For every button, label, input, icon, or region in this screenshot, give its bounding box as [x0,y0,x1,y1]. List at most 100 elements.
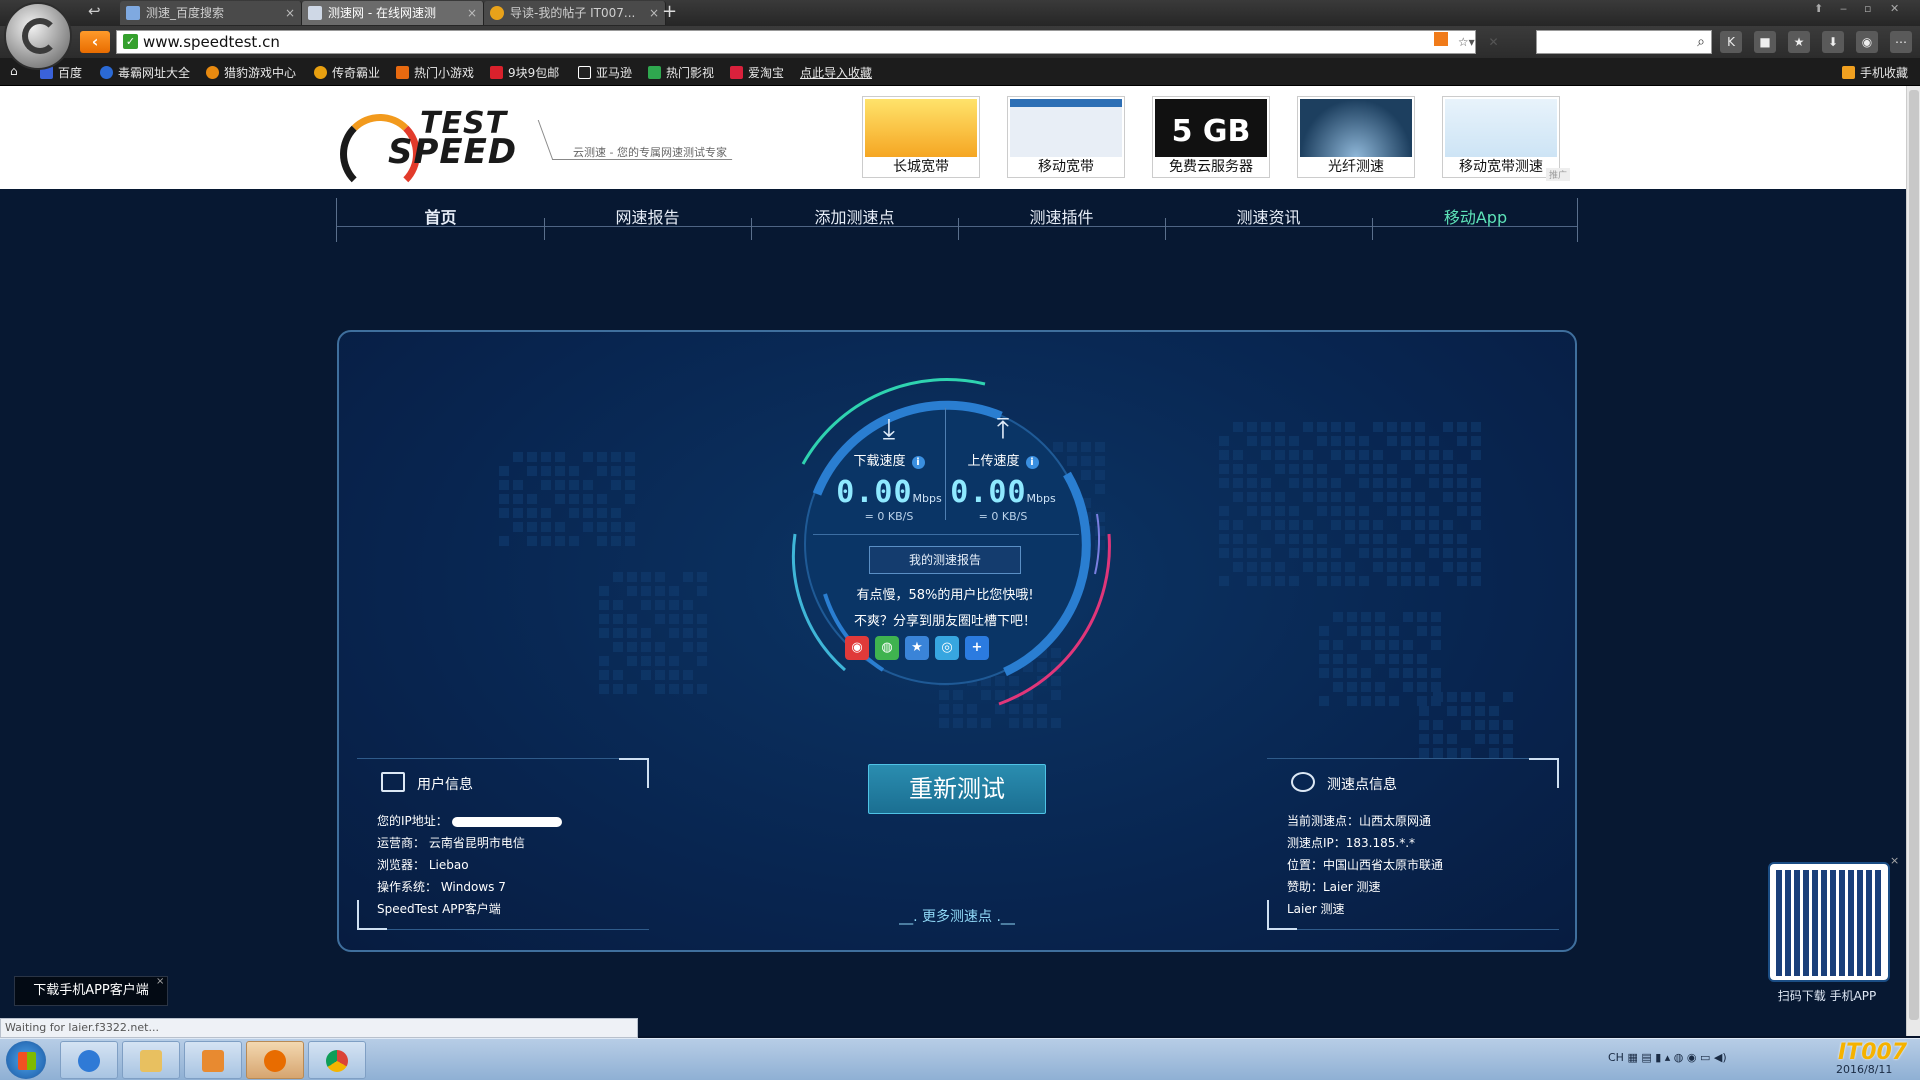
app-download-button[interactable]: 下载手机APP客户端 [14,976,168,1006]
nav-mobile-app[interactable]: 移动App [1372,198,1579,242]
map-dot [1347,654,1357,664]
taskbar-ie[interactable] [60,1041,118,1079]
game-controller-icon[interactable]: ◉ [1856,31,1878,53]
map-dot [527,494,537,504]
map-dot [597,522,607,532]
favorite-star-icon[interactable]: ★ [1788,31,1810,53]
fav-label: 毒霸网址大全 [118,66,191,80]
ad-mobile-speedtest[interactable]: 移动宽带测速 [1442,96,1560,178]
fav-amazon[interactable]: 亚马逊 [578,64,632,81]
home-icon[interactable]: ⌂ [10,64,18,78]
ip-line: 您的IP地址： [377,812,562,829]
fav-taobao[interactable]: 爱淘宝 [730,64,784,81]
back-button[interactable]: ‹ [80,31,110,53]
menu-icon[interactable]: ⋯ [1890,31,1912,53]
app-client-link[interactable]: SpeedTest APP客户端 [377,900,501,917]
tab-it007[interactable]: 导读-我的帖子 IT007... × [484,1,666,25]
qzone-share-icon[interactable]: ★ [905,636,929,660]
map-dot [1443,534,1453,544]
ad-great-wall-broadband[interactable]: 长城宽带 [862,96,980,178]
tab-close-icon[interactable]: × [285,1,295,25]
pin-icon[interactable]: ⬆ [1814,2,1823,15]
app-download-close-icon[interactable]: × [156,976,164,987]
map-dot [1401,478,1411,488]
tencent-weibo-share-icon[interactable]: ◎ [935,636,959,660]
map-dot [1289,520,1299,530]
taskbar-liebao[interactable] [246,1041,304,1079]
nav-news[interactable]: 测速资讯 [1165,198,1372,242]
close-window-icon[interactable]: ✕ [1890,2,1899,15]
retest-button[interactable]: 重新测试 [868,764,1046,814]
browser-logo-icon[interactable] [4,2,72,70]
fav-import[interactable]: 点此导入收藏 [800,64,872,81]
map-dot [669,586,679,596]
weibo-share-icon[interactable]: ◉ [845,636,869,660]
tab-close-icon[interactable]: × [649,1,659,25]
map-dot [641,628,651,638]
ad-thumbnail [1010,99,1122,157]
download-kbs: = 0 KB/S [864,510,914,523]
map-dot [1417,654,1427,664]
fav-99[interactable]: 9块9包邮 [490,64,559,81]
qr-close-icon[interactable]: × [1890,854,1899,867]
page-scrollbar[interactable] [1906,86,1920,1036]
download-icon[interactable]: ⬇ [1822,31,1844,53]
taskbar-explorer[interactable] [122,1041,180,1079]
new-tab-button[interactable]: + [662,1,677,23]
map-dot [1331,492,1341,502]
system-tray[interactable]: CH ▦ ▤ ▮ ▴ ◍ ◉ ▭ ◀) [1608,1051,1727,1064]
scrollbar-thumb[interactable] [1909,90,1919,1020]
nav-home[interactable]: 首页 [337,198,544,242]
fav-chuanqi[interactable]: 传奇霸业 [314,64,380,81]
ad-mobile-broadband[interactable]: 移动宽带 [1007,96,1125,178]
map-dot [1247,562,1257,572]
ad-fiber-speedtest[interactable]: 光纤测速 [1297,96,1415,178]
input-method-label[interactable]: CH [1608,1051,1624,1064]
search-icon[interactable]: ⌕ [1697,34,1705,50]
map-dot [1475,734,1485,744]
map-dot [1345,562,1355,572]
lock-icon[interactable]: ■ [1754,31,1776,53]
ad-caption: 光纤测速 [1328,159,1384,175]
back-arrow-icon[interactable]: ↩ [88,2,101,20]
nav-plugins[interactable]: 测速插件 [958,198,1165,242]
taskbar-media-player[interactable] [184,1041,242,1079]
site-logo[interactable]: TEST SPEED [340,106,540,194]
taskbar-chrome[interactable] [308,1041,366,1079]
map-dot [1447,706,1457,716]
restore-icon[interactable]: ▫ [1864,2,1871,15]
map-dot [583,522,593,532]
map-dot [1247,506,1257,516]
my-report-button[interactable]: 我的测速报告 [869,546,1021,574]
star-dropdown-icon[interactable]: ☆▾ [1458,35,1475,49]
tab-close-icon[interactable]: × [467,1,477,25]
info-icon[interactable]: i [1025,456,1039,469]
qr-code-widget[interactable] [1768,862,1890,982]
fav-game-center[interactable]: 猎豹游戏中心 [206,64,296,81]
wechat-share-icon[interactable]: ◍ [875,636,899,660]
tab-speedtest[interactable]: 测速网 - 在线网速测 × [302,1,484,25]
fav-duba[interactable]: 毒霸网址大全 [100,64,190,81]
minimize-icon[interactable]: ‒ [1840,2,1847,15]
info-icon[interactable]: i [911,456,925,469]
search-input[interactable]: ⌕ [1536,30,1712,54]
map-dot [1373,562,1383,572]
translate-icon[interactable] [1434,32,1448,46]
map-dot [1261,450,1271,460]
map-dot [1389,626,1399,636]
more-share-icon[interactable]: + [965,636,989,660]
nav-speed-report[interactable]: 网速报告 [544,198,751,242]
tab-baidu-search[interactable]: 测速_百度搜索 × [120,1,302,25]
start-button[interactable] [6,1041,46,1079]
map-dot [1475,706,1485,716]
clear-url-icon[interactable]: ✕ [1488,35,1498,49]
fav-mobile[interactable]: 手机收藏 [1842,64,1908,81]
nav-add-point[interactable]: 添加测速点 [751,198,958,242]
map-dot [1319,654,1329,664]
ad-cloud-server[interactable]: 5 GB 免费云服务器 [1152,96,1270,178]
url-input[interactable]: ✓ www.speedtest.cn [116,30,1476,54]
fav-movies[interactable]: 热门影视 [648,64,714,81]
map-dot [1403,682,1413,692]
fav-mini-games[interactable]: 热门小游戏 [396,64,474,81]
profile-icon[interactable]: K [1720,31,1742,53]
